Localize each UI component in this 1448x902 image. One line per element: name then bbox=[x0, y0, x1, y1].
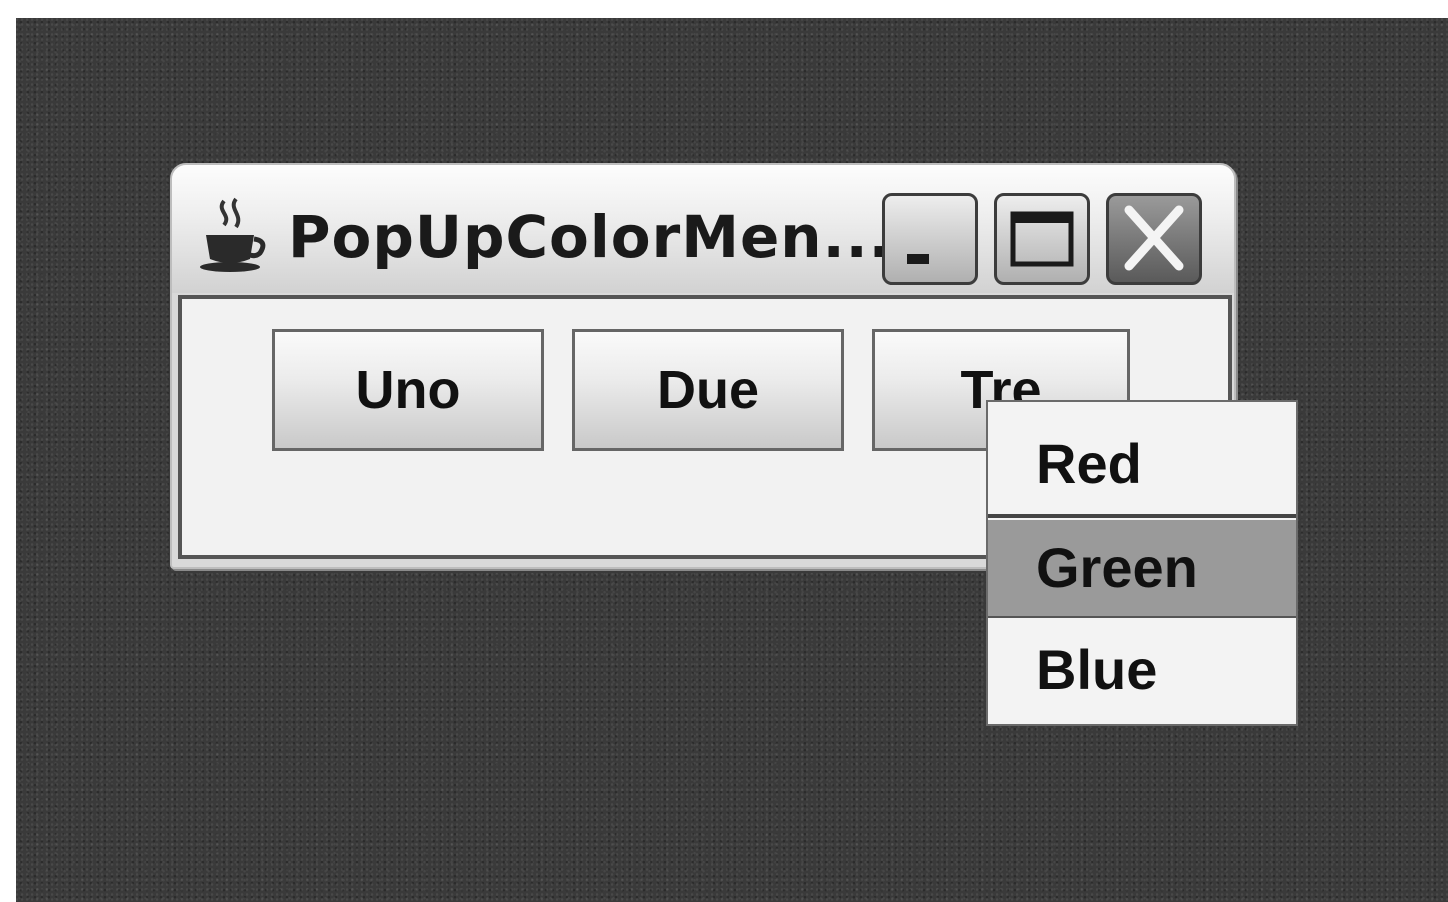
menu-item-blue[interactable]: Blue bbox=[988, 616, 1296, 724]
maximize-button[interactable] bbox=[994, 193, 1090, 285]
uno-button[interactable]: Uno bbox=[272, 329, 544, 451]
maximize-icon bbox=[1010, 211, 1074, 267]
close-icon bbox=[1124, 205, 1184, 271]
java-coffee-cup-icon bbox=[200, 197, 266, 272]
window-title: PopUpColorMen... bbox=[288, 203, 892, 271]
title-bar[interactable]: PopUpColorMen... bbox=[172, 165, 1234, 293]
color-popup-menu: Red Green Blue bbox=[986, 400, 1298, 726]
close-button[interactable] bbox=[1106, 193, 1202, 285]
minimize-icon bbox=[907, 254, 929, 264]
due-button[interactable]: Due bbox=[572, 329, 844, 451]
menu-item-red[interactable]: Red bbox=[988, 402, 1296, 518]
minimize-button[interactable] bbox=[882, 193, 978, 285]
menu-item-green[interactable]: Green bbox=[988, 520, 1296, 616]
